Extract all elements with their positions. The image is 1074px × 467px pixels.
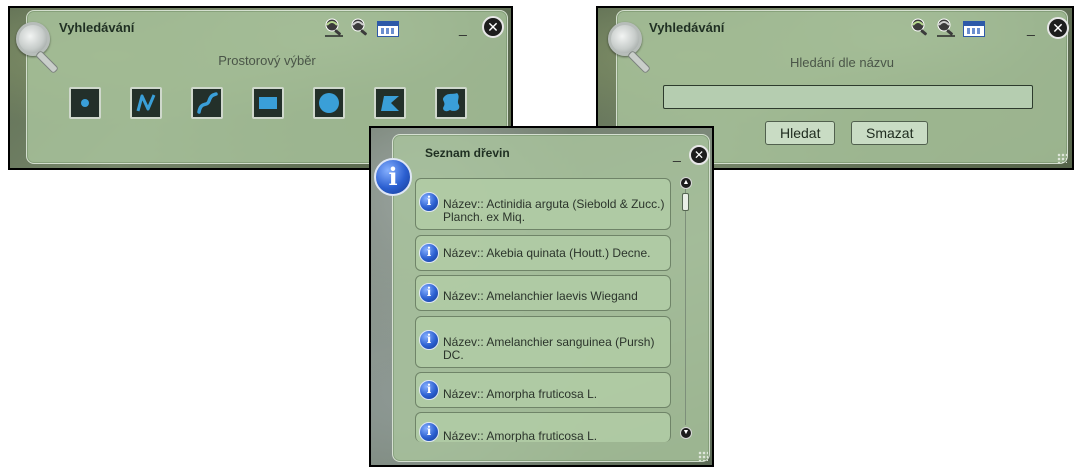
search-magnifier-icon [608, 22, 642, 56]
scroll-track[interactable] [685, 189, 686, 425]
panel-title: Vyhledávání [59, 20, 135, 35]
panel-subtitle: Prostorový výběr [218, 53, 316, 68]
spatial-search-icon[interactable] [323, 17, 345, 37]
scroll-thumb[interactable] [682, 193, 689, 211]
resize-grip[interactable] [698, 451, 708, 461]
name-search-icon[interactable] [349, 17, 371, 37]
list-scrollbar[interactable]: ▲ ▼ [680, 177, 692, 439]
scroll-up-icon[interactable]: ▲ [680, 177, 692, 189]
tree-list-screenshot: Seznam dřevin _ ✕ i Název:: Actinidia ar… [369, 126, 714, 467]
close-button[interactable]: ✕ [1047, 17, 1069, 39]
info-icon[interactable]: i [419, 330, 439, 350]
spatial-search-icon[interactable] [909, 17, 931, 37]
clear-button[interactable]: Smazat [851, 121, 929, 145]
info-icon[interactable]: i [419, 243, 439, 263]
list-item-label: Název:: Amelanchier laevis Wiegand [443, 289, 638, 303]
polyline-icon [136, 94, 156, 112]
list-item-label: Název:: Amelanchier sanguinea (Pursh) DC… [443, 335, 655, 362]
close-button[interactable]: ✕ [482, 16, 504, 38]
panel-title: Seznam dřevin [425, 146, 510, 160]
info-icon[interactable]: i [419, 283, 439, 303]
list-item-label: Název:: Amorpha fruticosa L. [443, 429, 598, 443]
panel-subtitle: Hledání dle názvu [789, 55, 895, 70]
resize-grip[interactable] [1057, 153, 1067, 163]
info-icon: i [374, 158, 412, 196]
minimize-button[interactable]: _ [1027, 21, 1041, 35]
freehand-line-tool-button[interactable] [191, 87, 223, 119]
minimize-button[interactable]: _ [673, 147, 687, 161]
rectangle-tool-button[interactable] [252, 87, 284, 119]
list-item[interactable]: i Název:: Amorpha fruticosa L. [415, 412, 671, 442]
circle-tool-button[interactable] [313, 87, 345, 119]
info-icon[interactable]: i [419, 422, 439, 442]
freehand-line-icon [197, 92, 218, 114]
point-icon [81, 99, 89, 107]
point-tool-button[interactable] [69, 87, 101, 119]
info-icon[interactable]: i [419, 192, 439, 212]
info-icon[interactable]: i [419, 380, 439, 400]
search-button[interactable]: Hledat [765, 121, 836, 145]
circle-icon [319, 93, 339, 113]
polygon-icon [381, 96, 399, 111]
panel-title: Vyhledávání [649, 20, 725, 35]
freehand-polygon-tool-button[interactable] [435, 87, 467, 119]
list-item[interactable]: i Název:: Amelanchier sanguinea (Pursh) … [415, 316, 671, 368]
freehand-polygon-icon [443, 93, 460, 112]
list-item[interactable]: i Název:: Akebia quinata (Houtt.) Decne. [415, 235, 671, 271]
polyline-tool-button[interactable] [130, 87, 162, 119]
calendar-icon[interactable] [963, 21, 985, 37]
list-item-label: Název:: Actinidia arguta (Siebold & Zucc… [443, 197, 665, 224]
name-search-input[interactable] [663, 85, 1033, 109]
name-search-icon[interactable] [935, 17, 957, 37]
search-magnifier-icon [16, 22, 50, 56]
list-item-label: Název:: Amorpha fruticosa L. [443, 387, 598, 401]
list-item[interactable]: i Název:: Amorpha fruticosa L. [415, 372, 671, 408]
minimize-button[interactable]: _ [459, 21, 473, 35]
list-item[interactable]: i Název:: Actinidia arguta (Siebold & Zu… [415, 178, 671, 230]
rectangle-icon [259, 97, 277, 109]
tree-list-panel: Seznam dřevin _ ✕ i Název:: Actinidia ar… [392, 134, 710, 462]
list-item[interactable]: i Název:: Amelanchier laevis Wiegand [415, 275, 671, 311]
close-button[interactable]: ✕ [689, 145, 709, 165]
calendar-icon[interactable] [377, 21, 399, 37]
scroll-down-icon[interactable]: ▼ [680, 427, 692, 439]
polygon-tool-button[interactable] [374, 87, 406, 119]
list-item-label: Název:: Akebia quinata (Houtt.) Decne. [443, 246, 651, 260]
